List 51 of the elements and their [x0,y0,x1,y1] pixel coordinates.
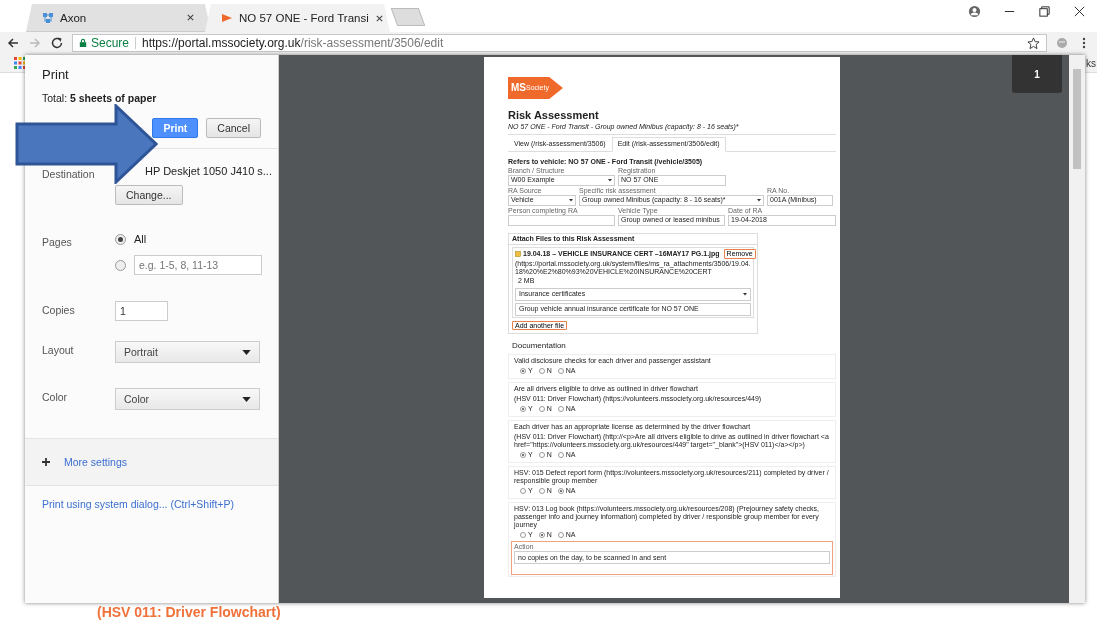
radio-button[interactable] [520,367,526,374]
radio-button[interactable] [520,452,526,459]
back-icon[interactable] [6,36,20,50]
page-number-badge: 1 [1012,55,1062,93]
cancel-button[interactable]: Cancel [206,118,261,138]
setting-label: Color [42,390,69,405]
sheet-total: Total: 5 sheets of paper [42,92,158,104]
system-dialog-link[interactable]: Print using system dialog... (Ctrl+Shift+P) [42,498,234,510]
setting-label: Pages [42,235,73,250]
scrollbar[interactable] [1069,55,1085,603]
copies-field[interactable]: 1 [115,301,168,321]
page-range-field[interactable]: e.g. 1-5, 8, 11-13 [134,255,262,275]
radio-button[interactable] [115,233,126,245]
tab-title: Axon [60,11,88,24]
section-heading: Documentation [512,341,567,351]
url-text: https://portal.mssociety.org.uk/risk-assessment/3506/edit [142,36,444,50]
radio-button[interactable] [520,405,526,412]
more-settings-link[interactable]: More settings [64,456,128,468]
document-title: Risk Assessment [508,109,600,122]
image-file-icon [515,250,521,257]
radio-button[interactable] [557,488,564,495]
setting-label: Copies [42,303,76,318]
close-icon[interactable] [1073,4,1086,18]
secure-label: Secure [91,36,130,50]
option-label[interactable]: All [134,233,147,245]
account-icon[interactable] [968,4,981,18]
plus-icon[interactable] [42,458,50,466]
caret-icon [242,396,251,402]
dialog-title: Print [42,67,70,82]
radio-button[interactable] [115,259,126,271]
close-icon[interactable] [374,13,384,23]
restore-icon[interactable] [1038,4,1051,18]
star-icon[interactable] [1027,36,1040,50]
change-button[interactable]: Change... [115,185,183,205]
logo-icon [221,12,233,24]
lock-icon [79,38,87,48]
printer-name: HP Deskjet 1050 J410 s... [145,165,272,177]
layout-dropdown[interactable]: Portrait [115,341,260,363]
setting-label: Layout [42,343,75,358]
color-dropdown[interactable]: Color [115,388,260,410]
tab-title: NO 57 ONE - Ford Transi [239,12,369,24]
close-icon[interactable] [186,13,195,22]
bookmarks-label[interactable]: ks [1086,57,1097,69]
caret-icon [242,349,251,355]
browser-tab[interactable]: NO 57 ONE - Ford Transi [205,4,390,32]
radio-button[interactable] [538,532,545,539]
puzzle-icon [42,11,54,24]
address-bar[interactable]: Secure https://portal.mssociety.org.uk/risk-assessment/3506/edit [72,34,1047,52]
text-field[interactable] [508,214,615,226]
setting-label: Destination [42,167,96,182]
reload-icon[interactable] [50,36,64,50]
